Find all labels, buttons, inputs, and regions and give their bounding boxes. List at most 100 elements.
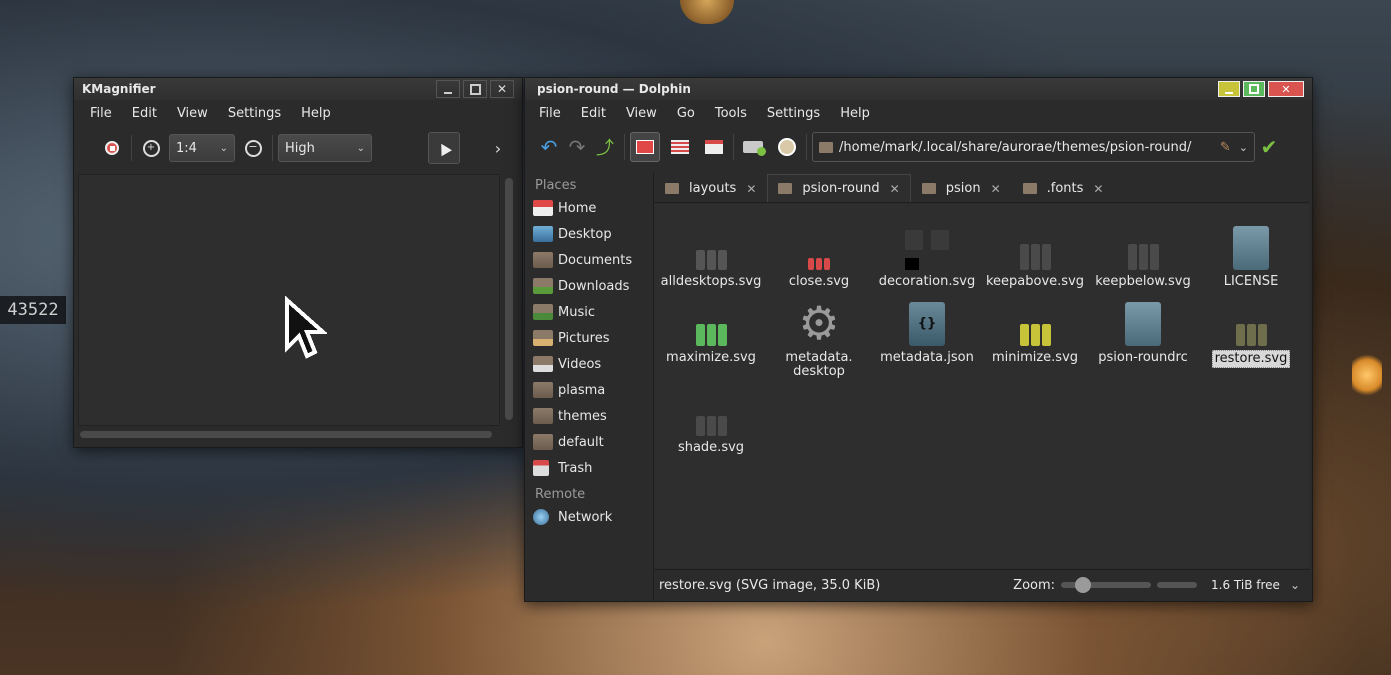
menu-tools[interactable]: Tools (705, 106, 757, 121)
menu-file[interactable]: File (529, 106, 571, 121)
window-title: KMagnifier (82, 82, 156, 96)
toolbar-separator (806, 134, 807, 160)
tab-layouts[interactable]: layouts ✕ (654, 174, 767, 202)
file-name: close.svg (788, 274, 850, 289)
menu-file[interactable]: File (80, 106, 122, 121)
icons-view-button[interactable] (630, 132, 660, 162)
file-name: metadata.desktop (785, 350, 853, 379)
place-label: Documents (558, 252, 633, 268)
wallpaper-lamp (1352, 352, 1382, 398)
menu-go[interactable]: Go (667, 106, 705, 121)
close-tab-icon[interactable]: ✕ (991, 182, 1001, 196)
close-button[interactable]: ✕ (1268, 81, 1304, 97)
quality-select[interactable]: High ⌄ (278, 134, 372, 162)
place-pictures[interactable]: Pictures (525, 325, 653, 351)
toolbar-separator (131, 135, 132, 161)
file-item[interactable]: ⚙ metadata.desktop (765, 294, 873, 380)
minimize-icon (1225, 92, 1233, 94)
tab-psion-round[interactable]: psion-round ✕ (767, 174, 911, 202)
file-item[interactable]: shade.svg (657, 384, 765, 456)
go-button[interactable]: ✔ (1255, 133, 1283, 161)
place-label: Downloads (558, 278, 630, 294)
place-home[interactable]: Home (525, 195, 653, 221)
close-tab-icon[interactable]: ✕ (1093, 182, 1103, 196)
magnified-view[interactable] (78, 174, 500, 426)
menu-edit[interactable]: Edit (571, 106, 616, 121)
minimize-button[interactable] (1218, 81, 1240, 97)
menu-settings[interactable]: Settings (218, 106, 291, 121)
up-button[interactable]: ⤴ (591, 133, 619, 161)
menu-help[interactable]: Help (830, 106, 880, 121)
close-tab-icon[interactable]: ✕ (890, 182, 900, 196)
back-arrow-icon: ↶ (540, 135, 558, 159)
place-plasma[interactable]: plasma (525, 377, 653, 403)
file-item[interactable]: minimize.svg (981, 294, 1089, 366)
menu-view[interactable]: View (167, 106, 218, 121)
tab-bar: layouts ✕ psion-round ✕ psion ✕ .fonts ✕ (654, 172, 1309, 203)
maximize-button[interactable] (1243, 81, 1265, 97)
documents-folder-icon (533, 252, 553, 268)
new-folder-button[interactable] (739, 133, 767, 161)
more-tools-button[interactable]: › (484, 134, 512, 162)
dolphin-titlebar[interactable]: psion-round — Dolphin ✕ (525, 78, 1312, 100)
place-label: Music (558, 304, 595, 320)
compact-view-button[interactable] (666, 133, 694, 161)
details-view-button[interactable] (700, 133, 728, 161)
forward-button[interactable]: ↷ (563, 133, 591, 161)
network-icon (533, 509, 549, 525)
compact-view-icon (671, 140, 689, 154)
file-item[interactable]: keepabove.svg (981, 218, 1089, 290)
kmagnifier-titlebar[interactable]: KMagnifier ✕ (74, 78, 522, 100)
file-item[interactable]: close.svg (765, 218, 873, 290)
clear-brush-icon[interactable]: ✎ (1220, 140, 1231, 155)
place-music[interactable]: Music (525, 299, 653, 325)
kmagnifier-window: KMagnifier ✕ File Edit View Settings Hel… (73, 77, 523, 448)
file-name: minimize.svg (991, 350, 1079, 365)
file-item[interactable]: alldesktops.svg (657, 218, 765, 290)
zoom-in-button[interactable]: + (137, 134, 165, 162)
place-label: Pictures (558, 330, 610, 346)
zoom-out-button[interactable]: − (239, 134, 267, 162)
file-view[interactable]: alldesktops.svg close.svg decoration.svg… (654, 204, 1310, 568)
preview-button[interactable] (773, 133, 801, 161)
place-label: Network (558, 509, 613, 525)
file-item[interactable]: keepbelow.svg (1089, 218, 1197, 290)
close-button[interactable]: ✕ (490, 80, 514, 98)
tab-fonts[interactable]: .fonts ✕ (1012, 174, 1115, 202)
place-videos[interactable]: Videos (525, 351, 653, 377)
file-item[interactable]: LICENSE (1197, 218, 1305, 290)
place-documents[interactable]: Documents (525, 247, 653, 273)
back-button[interactable]: ↶ (535, 133, 563, 161)
location-bar[interactable]: /home/mark/.local/share/aurorae/themes/p… (812, 132, 1255, 162)
maximize-button[interactable] (463, 80, 487, 98)
place-downloads[interactable]: Downloads (525, 273, 653, 299)
tab-psion[interactable]: psion ✕ (911, 174, 1012, 202)
file-item-selected[interactable]: restore.svg (1197, 294, 1305, 368)
minimize-button[interactable] (436, 80, 460, 98)
chevron-down-icon[interactable]: ⌄ (1239, 141, 1248, 154)
pictures-folder-icon (533, 330, 553, 346)
chevron-down-icon[interactable]: ⌄ (1290, 578, 1300, 592)
zoom-slider[interactable] (1061, 577, 1152, 593)
file-item[interactable]: decoration.svg (873, 218, 981, 290)
place-network[interactable]: Network (525, 504, 653, 530)
follow-mouse-button[interactable] (428, 132, 460, 164)
close-tab-icon[interactable]: ✕ (746, 182, 756, 196)
zoom-level-select[interactable]: 1:4 ⌄ (169, 134, 235, 162)
vertical-scrollbar[interactable] (505, 178, 513, 420)
menu-edit[interactable]: Edit (122, 106, 167, 121)
place-desktop[interactable]: Desktop (525, 221, 653, 247)
place-trash[interactable]: Trash (525, 455, 653, 481)
zoom-slider-handle[interactable] (1075, 577, 1092, 593)
place-label: Trash (558, 460, 593, 476)
file-item[interactable]: maximize.svg (657, 294, 765, 366)
stop-refresh-button[interactable] (98, 134, 126, 162)
menu-settings[interactable]: Settings (757, 106, 830, 121)
menu-view[interactable]: View (616, 106, 667, 121)
place-default[interactable]: default (525, 429, 653, 455)
menu-help[interactable]: Help (291, 106, 341, 121)
place-themes[interactable]: themes (525, 403, 653, 429)
horizontal-scrollbar[interactable] (80, 431, 492, 438)
file-item[interactable]: psion-roundrc (1089, 294, 1197, 366)
file-item[interactable]: {} metadata.json (873, 294, 981, 366)
